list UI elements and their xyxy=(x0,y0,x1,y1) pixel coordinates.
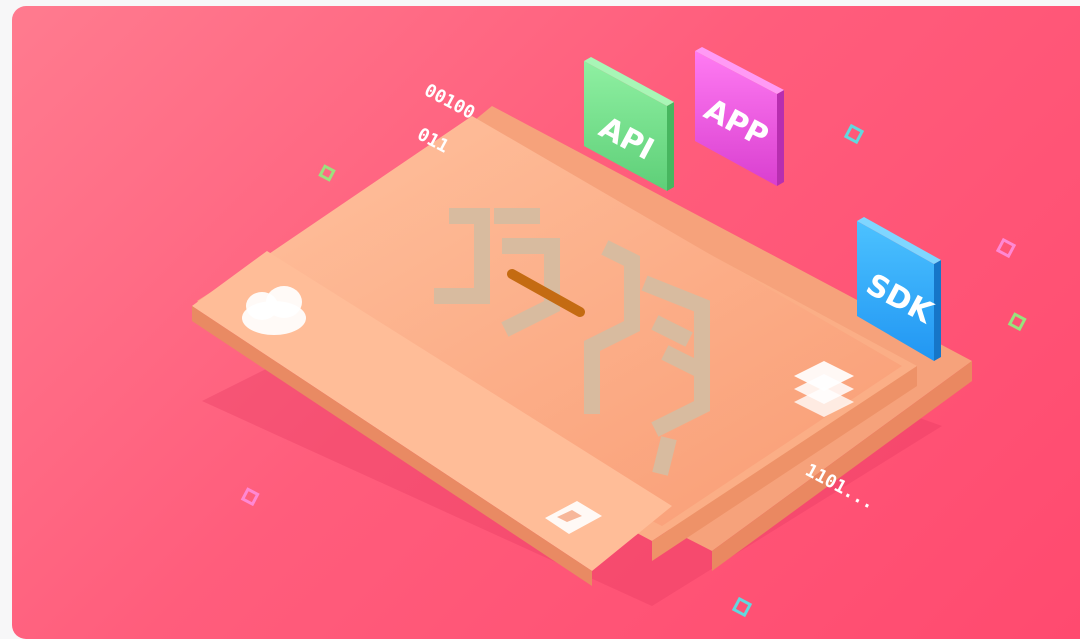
deco-square-green-right xyxy=(1007,312,1027,332)
deco-square-cyan-top xyxy=(843,123,865,145)
hero-banner: API APP SDK 00100 011 1101... xyxy=(12,6,1080,639)
deco-square-green-left xyxy=(318,164,336,182)
deco-square-pink-right xyxy=(995,237,1017,259)
deco-square-pink-left xyxy=(240,487,260,507)
isometric-illustration: API APP SDK 00100 011 1101... xyxy=(192,47,1027,618)
page-frame: API APP SDK 00100 011 1101... xyxy=(0,0,1080,639)
binary-top-1: 00100 xyxy=(421,80,479,124)
deco-square-cyan-bottom xyxy=(731,596,753,618)
app-badge: APP xyxy=(695,47,784,186)
